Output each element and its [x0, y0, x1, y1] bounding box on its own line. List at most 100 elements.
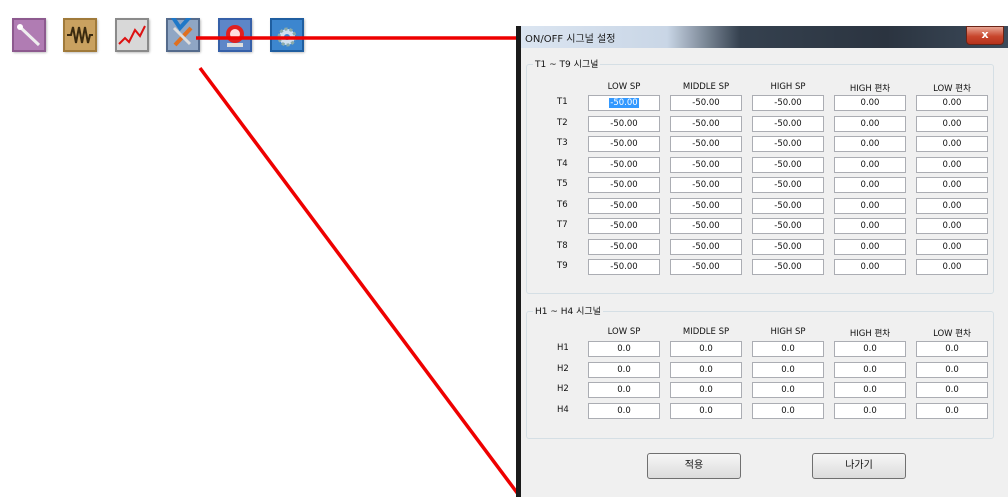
- tools-check-icon[interactable]: [166, 18, 200, 52]
- wand-icon[interactable]: [12, 18, 46, 52]
- value-field[interactable]: -50.00: [588, 197, 660, 214]
- value-field[interactable]: 0.00: [834, 177, 906, 193]
- value-field[interactable]: -50.00: [670, 177, 742, 193]
- value-text: -50.00: [609, 98, 639, 108]
- value-text: -50.00: [692, 241, 720, 252]
- value-field[interactable]: -50.00: [752, 238, 824, 255]
- value-field[interactable]: 0.00: [834, 136, 906, 152]
- value-field[interactable]: 0.0: [834, 382, 906, 398]
- value-text: 0.0: [863, 385, 877, 395]
- value-field[interactable]: -50.00: [670, 95, 742, 111]
- value-field[interactable]: 0.0: [588, 361, 660, 378]
- value-field[interactable]: -50.00: [670, 156, 742, 173]
- value-field[interactable]: -50.00: [752, 218, 824, 234]
- value-field[interactable]: 0.0: [752, 382, 824, 398]
- value-field[interactable]: 0.0: [752, 402, 824, 419]
- value-field[interactable]: -50.00: [670, 136, 742, 152]
- row-label: H2: [557, 363, 569, 374]
- value-field[interactable]: 0.00: [916, 197, 988, 214]
- value-text: 0.00: [942, 262, 962, 272]
- apply-button[interactable]: 적용: [647, 453, 741, 479]
- value-field[interactable]: 0.00: [834, 259, 906, 275]
- column-header: HIGH SP: [770, 82, 806, 92]
- close-button[interactable]: x: [966, 26, 1004, 45]
- value-field[interactable]: 0.00: [834, 238, 906, 255]
- value-field[interactable]: 0.0: [670, 382, 742, 398]
- h-signal-group-label: H1 ~ H4 시그널: [533, 304, 603, 317]
- value-text: -50.00: [692, 180, 720, 190]
- value-field[interactable]: 0.00: [916, 136, 988, 152]
- value-field[interactable]: -50.00: [588, 115, 660, 132]
- row-label: T8: [557, 240, 568, 251]
- value-text: 0.0: [863, 364, 877, 375]
- value-field[interactable]: 0.00: [834, 197, 906, 214]
- value-field[interactable]: 0.0: [752, 361, 824, 378]
- value-field[interactable]: -50.00: [588, 156, 660, 173]
- value-field[interactable]: -50.00: [670, 218, 742, 234]
- column-header: HIGH 편차: [849, 329, 891, 339]
- value-field[interactable]: 0.0: [834, 341, 906, 357]
- value-field[interactable]: 0.0: [670, 341, 742, 357]
- value-field[interactable]: 0.00: [834, 218, 906, 234]
- value-field[interactable]: 0.0: [670, 361, 742, 378]
- value-field[interactable]: -50.00: [752, 136, 824, 152]
- value-field[interactable]: 0.0: [916, 382, 988, 398]
- value-field[interactable]: 0.0: [916, 361, 988, 378]
- value-field[interactable]: 0.00: [916, 95, 988, 111]
- value-field[interactable]: -50.00: [752, 156, 824, 173]
- value-text: 0.00: [860, 139, 880, 149]
- dialog-titlebar[interactable]: ON/OFF 시그널 설정 x: [521, 26, 1008, 48]
- row-label: T6: [557, 199, 568, 210]
- column-header: MIDDLE SP: [682, 82, 730, 92]
- value-field[interactable]: 0.00: [834, 95, 906, 111]
- value-field[interactable]: -50.00: [752, 115, 824, 132]
- value-text: -50.00: [692, 221, 720, 231]
- value-field[interactable]: -50.00: [670, 197, 742, 214]
- graph-icon[interactable]: [115, 18, 149, 52]
- value-field[interactable]: 0.0: [834, 402, 906, 419]
- value-field[interactable]: -50.00: [752, 197, 824, 214]
- value-text: 0.00: [860, 159, 880, 170]
- value-field[interactable]: -50.00: [670, 259, 742, 275]
- exit-button[interactable]: 나가기: [812, 453, 906, 479]
- value-text: 0.0: [945, 385, 959, 395]
- value-field[interactable]: -50.00: [752, 177, 824, 193]
- row-label: H1: [557, 343, 569, 353]
- value-field[interactable]: 0.0: [588, 341, 660, 357]
- value-field[interactable]: -50.00: [670, 238, 742, 255]
- value-field[interactable]: -50.00: [588, 259, 660, 275]
- value-field[interactable]: -50.00: [752, 95, 824, 111]
- value-field[interactable]: 0.00: [916, 156, 988, 173]
- value-text: 0.0: [945, 344, 959, 354]
- column-header: LOW 편차: [933, 329, 971, 339]
- gear-settings-icon[interactable]: [270, 18, 304, 52]
- value-field[interactable]: 0.0: [588, 382, 660, 398]
- value-field[interactable]: -50.00: [752, 259, 824, 275]
- value-field[interactable]: 0.00: [916, 259, 988, 275]
- value-field[interactable]: 0.00: [916, 177, 988, 193]
- value-field[interactable]: 0.0: [916, 341, 988, 357]
- value-field[interactable]: 0.00: [916, 115, 988, 132]
- value-text: -50.00: [610, 262, 638, 272]
- value-field[interactable]: -50.00: [670, 115, 742, 132]
- alarm-icon[interactable]: [218, 18, 252, 52]
- value-field[interactable]: -50.00: [588, 238, 660, 255]
- value-field[interactable]: -50.00: [588, 136, 660, 152]
- value-field[interactable]: 0.00: [916, 238, 988, 255]
- value-field[interactable]: 0.00: [834, 115, 906, 132]
- value-text: -50.00: [610, 200, 638, 211]
- value-field[interactable]: -50.00: [588, 177, 660, 193]
- value-field[interactable]: 0.0: [916, 402, 988, 419]
- value-text: -50.00: [692, 98, 720, 108]
- value-field[interactable]: 0.0: [834, 361, 906, 378]
- value-field[interactable]: -50.00: [588, 218, 660, 234]
- value-field[interactable]: -50.00: [588, 95, 660, 111]
- row-label: H4: [557, 404, 569, 415]
- value-field[interactable]: 0.0: [670, 402, 742, 419]
- value-text: -50.00: [692, 139, 720, 149]
- resistor-icon[interactable]: [63, 18, 97, 52]
- value-field[interactable]: 0.0: [752, 341, 824, 357]
- value-field[interactable]: 0.00: [916, 218, 988, 234]
- value-field[interactable]: 0.0: [588, 402, 660, 419]
- value-field[interactable]: 0.00: [834, 156, 906, 173]
